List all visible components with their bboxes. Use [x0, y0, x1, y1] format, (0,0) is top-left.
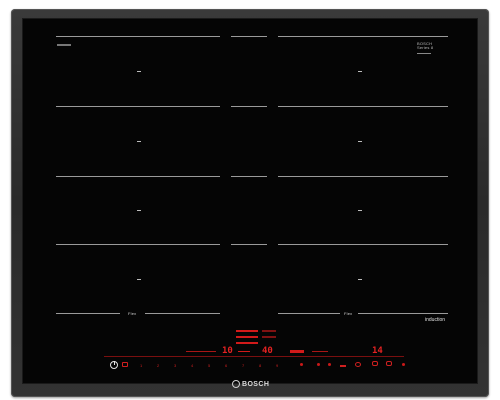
brand-name: BOSCH	[242, 381, 270, 388]
zone-select-icon[interactable]	[328, 363, 331, 366]
series-logo-underline	[417, 53, 431, 54]
zone-line	[56, 313, 120, 314]
flex-icon[interactable]	[340, 362, 346, 367]
zone-line	[278, 106, 448, 107]
scale-label[interactable]: 3	[174, 363, 176, 368]
child-lock-icon[interactable]	[122, 362, 128, 367]
zone-select-icon[interactable]	[317, 363, 320, 366]
zone-line	[278, 313, 340, 314]
panel-indicator[interactable]	[290, 350, 304, 353]
panel-indicator	[262, 336, 276, 338]
zone-line	[278, 36, 448, 37]
panel-indicator	[236, 342, 258, 344]
panel-indicator	[238, 351, 250, 352]
power-icon[interactable]	[110, 361, 118, 369]
zone-center-mark	[137, 71, 141, 72]
scale-label[interactable]: 4	[191, 363, 193, 368]
zone-line	[56, 176, 220, 177]
panel-indicator[interactable]	[312, 351, 328, 352]
zone-center-mark	[358, 71, 362, 72]
zone-line	[56, 244, 220, 245]
series-logo-line2: Series 8	[417, 45, 434, 50]
zone-center-mark	[358, 141, 362, 142]
scale-label[interactable]: 7	[242, 363, 244, 368]
zone-center-mark	[358, 210, 362, 211]
zone-select-icon[interactable]	[300, 363, 303, 366]
flex-zone-label-right: Flex	[344, 311, 353, 316]
zone-center-mark	[137, 210, 141, 211]
panel-indicator[interactable]	[186, 351, 216, 352]
zone-line	[231, 36, 267, 37]
menu-icon[interactable]	[402, 363, 405, 366]
scale-label[interactable]: 5	[208, 363, 210, 368]
panel-indicator	[236, 330, 258, 332]
zone-line	[358, 313, 448, 314]
panel-indicator	[262, 330, 276, 332]
timer-icon[interactable]	[355, 362, 361, 367]
bosch-logo-icon	[232, 380, 240, 388]
zone-line	[145, 313, 220, 314]
model-mark	[57, 44, 71, 46]
timer-display: 14	[372, 346, 383, 356]
zone-center-mark	[137, 141, 141, 142]
zone-line	[56, 36, 220, 37]
zone-center-mark	[358, 279, 362, 280]
series-logo: BOSCH Series 8	[417, 42, 447, 56]
zone-line	[231, 244, 267, 245]
scale-label[interactable]: 2	[157, 363, 159, 368]
panel-indicator	[236, 336, 258, 338]
power-slider-track[interactable]	[104, 356, 404, 357]
scale-label[interactable]: 1	[140, 363, 142, 368]
zone-line	[278, 176, 448, 177]
zone-display-left: 10	[222, 346, 233, 356]
zone-display-mid: 40	[262, 346, 273, 356]
scale-label[interactable]: 9	[276, 363, 278, 368]
zone-line	[278, 244, 448, 245]
induction-label: induction	[425, 317, 446, 323]
zone-line	[56, 106, 220, 107]
zone-center-mark	[137, 279, 141, 280]
zone-line	[231, 106, 267, 107]
favourite-icon[interactable]	[386, 361, 392, 366]
flex-zone-label-left: Flex	[128, 311, 137, 316]
scale-label[interactable]: 6	[225, 363, 227, 368]
boost-icon[interactable]	[372, 361, 378, 366]
zone-line	[231, 176, 267, 177]
scale-label[interactable]: 8	[259, 363, 261, 368]
